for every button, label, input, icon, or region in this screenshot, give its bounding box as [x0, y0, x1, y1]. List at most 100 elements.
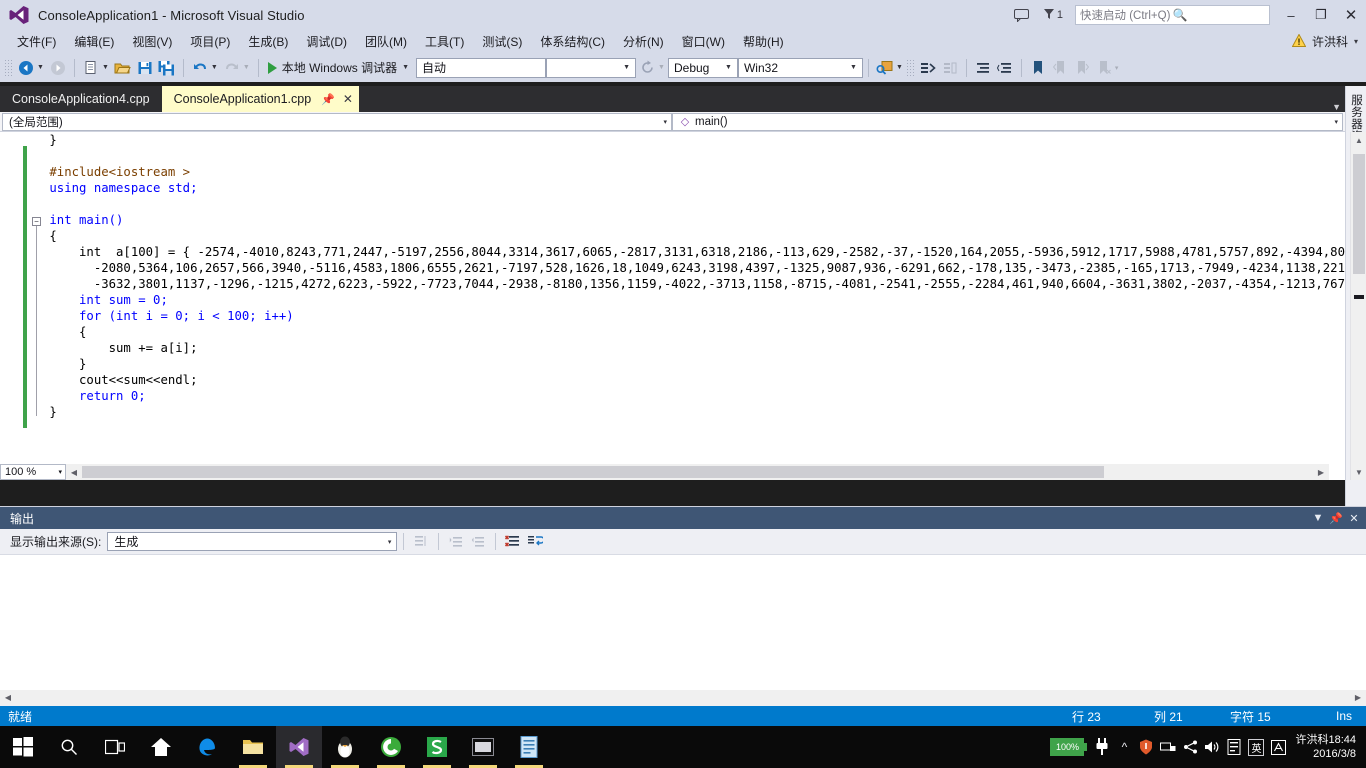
menu-item-file[interactable]: 文件(F): [8, 30, 65, 53]
volume-icon[interactable]: [1201, 726, 1223, 768]
chevron-down-icon[interactable]: ▾: [55, 468, 65, 476]
taskbar-app-document[interactable]: [506, 726, 552, 768]
start-button[interactable]: [0, 726, 46, 768]
scroll-left-icon[interactable]: ◀: [66, 464, 82, 480]
menu-item-debug[interactable]: 调试(D): [297, 30, 356, 53]
start-debug-button[interactable]: 本地 Windows 调试器 ▼: [264, 59, 416, 76]
menu-item-view[interactable]: 视图(V): [123, 30, 181, 53]
network-icon[interactable]: [1157, 726, 1179, 768]
notifications-button[interactable]: 1: [1037, 8, 1069, 23]
document-tab-consoleapplication4[interactable]: ConsoleApplication4.cpp: [0, 86, 162, 112]
navigate-back-icon[interactable]: [15, 57, 37, 79]
output-pane-body[interactable]: ◀ ▶: [0, 555, 1366, 706]
taskbar-app-s[interactable]: [414, 726, 460, 768]
taskbar-app-file-explorer[interactable]: [230, 726, 276, 768]
bookmark-icon[interactable]: [1027, 57, 1049, 79]
taskbar-app-console[interactable]: [460, 726, 506, 768]
menu-item-tools[interactable]: 工具(T): [416, 30, 473, 53]
user-account-name[interactable]: 许洪科: [1312, 33, 1348, 50]
increase-indent-icon[interactable]: [972, 57, 994, 79]
clear-bookmarks-icon[interactable]: [1093, 57, 1115, 79]
scroll-left-icon[interactable]: ◀: [0, 690, 16, 706]
taskbar-app-visual-studio[interactable]: [276, 726, 322, 768]
find-message-icon[interactable]: [410, 531, 432, 553]
refresh-icon[interactable]: [636, 57, 658, 79]
new-item-icon[interactable]: [80, 57, 102, 79]
save-icon[interactable]: [134, 57, 156, 79]
ime-language-indicator[interactable]: 英: [1245, 726, 1267, 768]
battery-indicator[interactable]: 100%: [1050, 738, 1088, 756]
next-bookmark-icon[interactable]: [1071, 57, 1093, 79]
chevron-down-icon[interactable]: ▾: [383, 538, 397, 546]
blank-combo[interactable]: ▼: [546, 57, 637, 78]
taskbar-app-edge[interactable]: [184, 726, 230, 768]
taskbar-app-penguin[interactable]: [322, 726, 368, 768]
antivirus-icon[interactable]: [1135, 726, 1157, 768]
find-dropdown-icon[interactable]: ▼: [896, 64, 903, 71]
new-item-dropdown-icon[interactable]: ▼: [102, 64, 109, 71]
chevron-down-icon[interactable]: ▼: [620, 64, 633, 71]
ime-panel-icon[interactable]: [1223, 726, 1245, 768]
menu-item-test[interactable]: 测试(S): [473, 30, 531, 53]
toggle-word-wrap-icon[interactable]: [524, 531, 546, 553]
scroll-down-icon[interactable]: ▼: [1351, 464, 1366, 480]
chevron-down-icon[interactable]: ▾: [659, 118, 671, 126]
maximize-button[interactable]: ❐: [1306, 0, 1336, 30]
editor-zoom-combo[interactable]: 100 % ▾: [0, 464, 66, 480]
menu-item-architecture[interactable]: 体系结构(C): [531, 30, 614, 53]
fold-collapse-icon[interactable]: −: [32, 217, 41, 226]
search-icon[interactable]: [46, 726, 92, 768]
feedback-icon[interactable]: [1007, 0, 1037, 30]
scroll-right-icon[interactable]: ▶: [1313, 464, 1329, 480]
menu-item-analyze[interactable]: 分析(N): [614, 30, 673, 53]
find-in-files-icon[interactable]: [874, 57, 896, 79]
pin-icon[interactable]: 📌: [1328, 510, 1344, 526]
decrease-indent-icon[interactable]: [994, 57, 1016, 79]
power-plug-icon[interactable]: [1091, 726, 1113, 768]
horizontal-scroll-track[interactable]: [82, 464, 1313, 480]
save-all-icon[interactable]: [156, 57, 178, 79]
menu-item-team[interactable]: 团队(M): [356, 30, 416, 53]
menu-item-edit[interactable]: 编辑(E): [65, 30, 123, 53]
scope-combo[interactable]: (全局范围) ▾: [2, 112, 672, 131]
member-combo[interactable]: ◇ main() ▾: [672, 112, 1343, 131]
chevron-down-icon[interactable]: ▼: [847, 64, 860, 71]
editor-horizontal-scrollbar[interactable]: 100 % ▾ ◀ ▶: [0, 464, 1329, 480]
navigate-back-dropdown-icon[interactable]: ▼: [37, 64, 44, 71]
ime-mode-icon[interactable]: [1267, 726, 1289, 768]
minimize-button[interactable]: –: [1276, 0, 1306, 30]
go-to-previous-message-icon[interactable]: [445, 531, 467, 553]
quick-launch-box[interactable]: 快速启动 (Ctrl+Q) 🔍: [1075, 5, 1270, 25]
redo-dropdown-icon[interactable]: ▼: [243, 64, 250, 71]
output-source-combo[interactable]: 生成 ▾: [107, 532, 398, 551]
chevron-down-icon[interactable]: ▼: [1310, 510, 1326, 526]
editor-vertical-scrollbar[interactable]: ▲ ▼: [1350, 132, 1366, 480]
code-editor[interactable]: − } #include<iostream > using namespace …: [0, 132, 1345, 480]
horizontal-scroll-track[interactable]: [16, 689, 1350, 706]
go-to-next-message-icon[interactable]: [467, 531, 489, 553]
close-button[interactable]: ✕: [1336, 0, 1366, 30]
menu-item-project[interactable]: 项目(P): [181, 30, 239, 53]
open-file-icon[interactable]: [112, 57, 134, 79]
horizontal-scroll-thumb[interactable]: [82, 466, 1104, 478]
menu-item-build[interactable]: 生成(B): [239, 30, 297, 53]
toolbar-overflow-icon[interactable]: ▾: [1115, 64, 1119, 72]
chevron-down-icon[interactable]: ▾: [1354, 37, 1358, 46]
navigate-forward-icon[interactable]: [47, 57, 69, 79]
taskbar-app-home[interactable]: [138, 726, 184, 768]
previous-bookmark-icon[interactable]: [1049, 57, 1071, 79]
toolbar-grip[interactable]: [4, 58, 12, 77]
toolbar-grip[interactable]: [905, 58, 914, 77]
clear-all-icon[interactable]: [502, 531, 524, 553]
platform-combo[interactable]: Win32 ▼: [737, 57, 863, 78]
redo-icon[interactable]: [221, 57, 243, 79]
scroll-right-icon[interactable]: ▶: [1350, 690, 1366, 706]
start-debug-dropdown-icon[interactable]: ▼: [402, 64, 409, 71]
comment-selection-icon[interactable]: [917, 57, 939, 79]
document-tab-consoleapplication1[interactable]: ConsoleApplication1.cpp 📌 ✕: [161, 86, 359, 112]
warning-triangle-icon[interactable]: [1291, 32, 1307, 50]
scroll-up-icon[interactable]: ▲: [1351, 132, 1366, 148]
undo-icon[interactable]: [189, 57, 211, 79]
menu-item-window[interactable]: 窗口(W): [673, 30, 734, 53]
undo-dropdown-icon[interactable]: ▼: [211, 64, 218, 71]
